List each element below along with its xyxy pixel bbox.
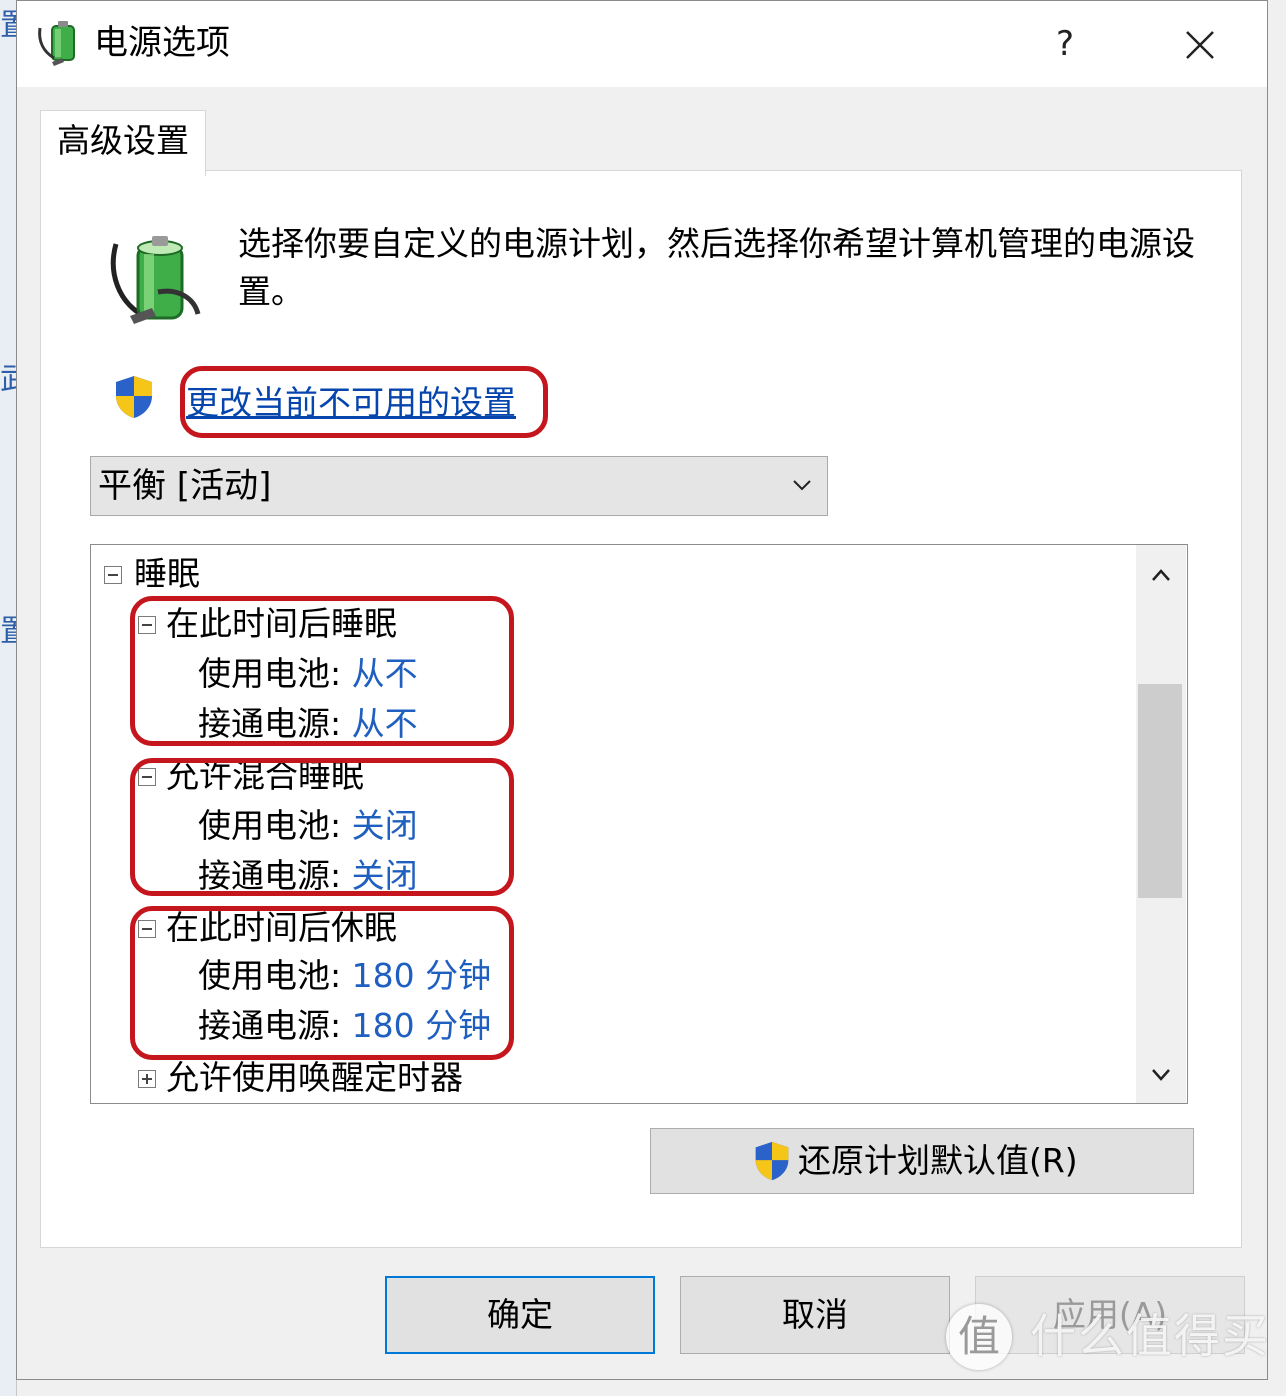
scrollbar-thumb[interactable] xyxy=(1138,684,1182,898)
background-text: 置 xyxy=(0,8,16,43)
watermark-text: 什么值得买 xyxy=(1030,1309,1270,1363)
highlight-box xyxy=(130,906,514,1060)
background-text: 武 xyxy=(0,362,16,397)
description-text: 选择你要自定义的电源计划，然后选择你希望计算机管理的电源设置。 xyxy=(238,224,1195,311)
highlight-box xyxy=(130,596,514,746)
uac-shield-icon xyxy=(116,376,152,418)
restore-defaults-label: 还原计划默认值(R) xyxy=(798,1141,1078,1180)
power-options-icon xyxy=(38,21,75,66)
window-title: 电源选项 xyxy=(94,23,230,63)
chevron-down-icon[interactable] xyxy=(790,476,814,494)
highlight-box xyxy=(180,366,548,438)
close-icon[interactable] xyxy=(1172,20,1228,70)
ok-button[interactable]: 确定 xyxy=(385,1276,655,1354)
uac-shield-icon xyxy=(755,1141,789,1181)
background-window xyxy=(0,0,17,1396)
watermark-logo-icon: 值 xyxy=(946,1304,1012,1370)
battery-plug-icon xyxy=(110,236,201,324)
collapse-icon[interactable] xyxy=(104,566,122,584)
help-button[interactable]: ? xyxy=(1040,22,1090,66)
chevron-up-icon[interactable] xyxy=(1148,564,1174,586)
chevron-down-icon[interactable] xyxy=(1148,1064,1174,1086)
power-plan-value: 平衡 [活动] xyxy=(98,466,272,506)
expand-icon[interactable] xyxy=(138,1070,156,1088)
tree-item-sleep[interactable]: 睡眠 xyxy=(134,552,200,596)
highlight-box xyxy=(130,758,514,896)
tab-advanced-settings[interactable]: 高级设置 xyxy=(40,110,206,176)
cancel-button[interactable]: 取消 xyxy=(680,1276,950,1354)
background-text: 置 xyxy=(0,614,16,649)
tree-item-wake-timers[interactable]: 允许使用唤醒定时器 xyxy=(166,1056,463,1100)
